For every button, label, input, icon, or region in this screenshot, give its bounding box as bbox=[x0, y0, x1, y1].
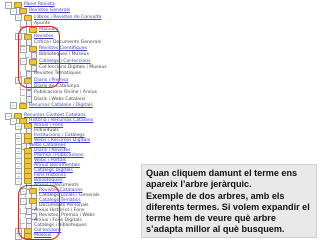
tree-connector-icon bbox=[20, 96, 25, 103]
note-line-5: terme hem de veure què arbre bbox=[146, 213, 276, 224]
note-line-4: diferents termes. Si volem expandir el bbox=[146, 201, 310, 212]
tree-node-label[interactable]: Revistes Generals bbox=[29, 8, 70, 14]
note-line-3: Exemple de dos arbres, amb els bbox=[146, 190, 285, 201]
tree-node-label[interactable]: Publicacions Online i Arxius bbox=[34, 90, 97, 96]
folder-icon bbox=[19, 102, 27, 109]
tree-node-label[interactable]: Recursos Catalans i Digitals bbox=[29, 103, 93, 109]
expand-toggle-icon[interactable]: − bbox=[10, 102, 17, 110]
note-line-1: Quan cliquem damunt el terme ens bbox=[146, 168, 298, 178]
note-line-2: apareix l’arbre jeràrquic. bbox=[146, 179, 252, 190]
tree-node[interactable]: Diaris i Webs Catalans bbox=[20, 96, 85, 103]
highlight-ellipse-bottom bbox=[18, 185, 60, 240]
note-line-6: s’adapta millor al què busquem. bbox=[146, 224, 285, 235]
highlight-ellipse-top bbox=[18, 26, 60, 88]
tree-node[interactable]: − Recursos Catalans i Digitals bbox=[10, 102, 93, 110]
explanation-note: Quan cliquem damunt el terme ens apareix… bbox=[141, 164, 317, 238]
tree-node-label[interactable]: Llibres i Revistes de Consulta bbox=[34, 15, 101, 21]
tree-connector-icon bbox=[20, 90, 25, 97]
tree-node-label[interactable]: Diaris i Webs Catalans bbox=[34, 97, 85, 103]
